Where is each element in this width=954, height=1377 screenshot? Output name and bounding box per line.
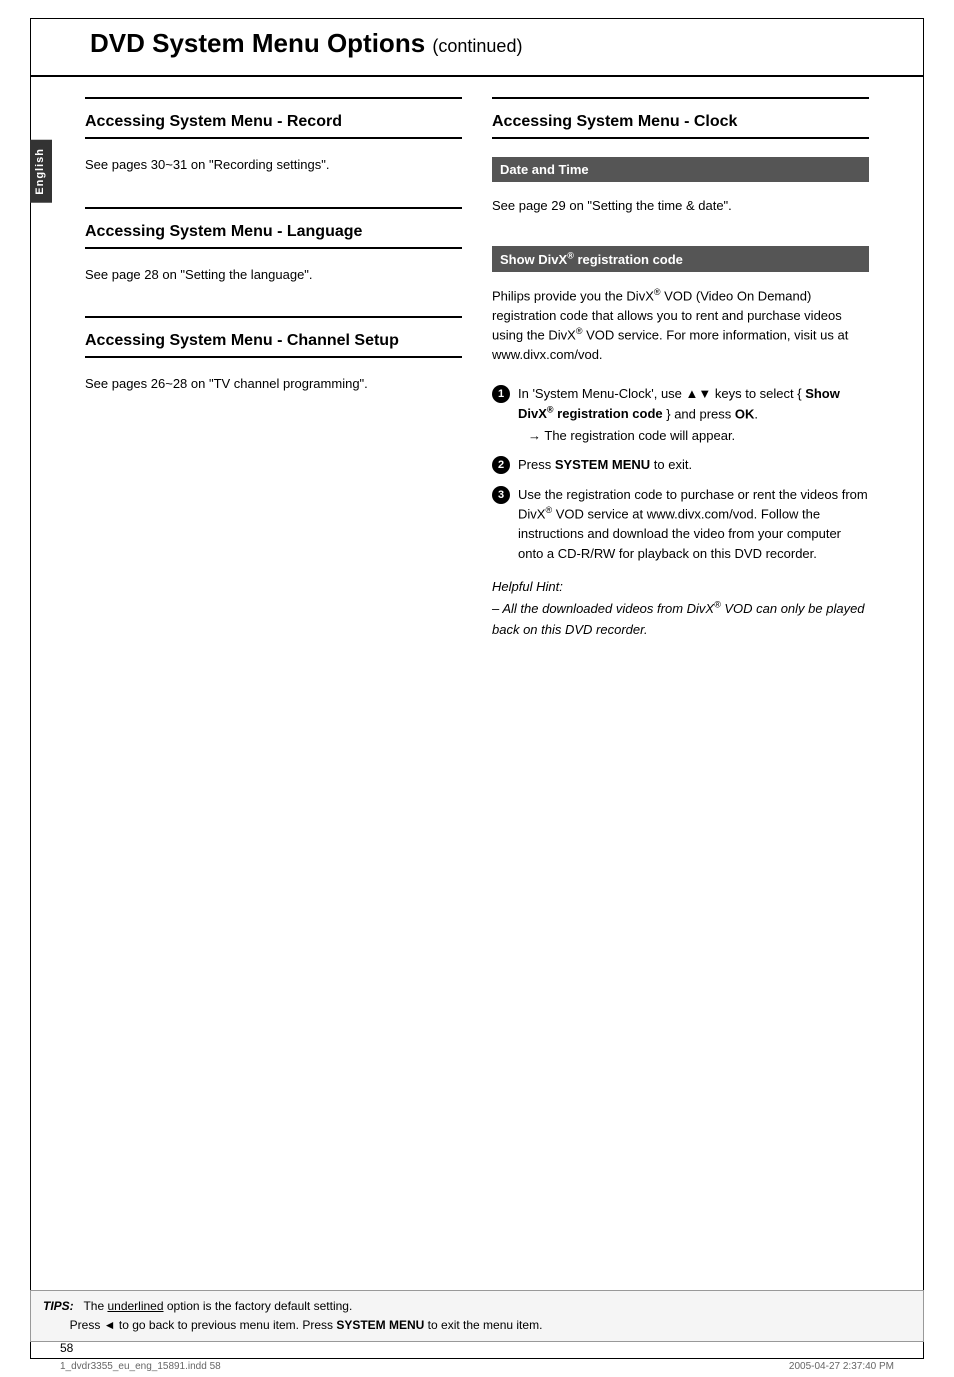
step3-number: 3	[492, 486, 510, 504]
page-title-block: DVD System Menu Options (continued)	[30, 0, 924, 77]
step-3: 3 Use the registration code to purchase …	[492, 485, 869, 563]
border-left	[30, 18, 31, 1359]
tips-underline: underlined	[107, 1299, 163, 1313]
step2-number: 2	[492, 456, 510, 474]
tips-label: TIPS:	[43, 1299, 74, 1313]
section2-body: See page 28 on "Setting the language".	[85, 259, 462, 297]
content-area: DVD System Menu Options (continued) Acce…	[30, 0, 924, 641]
date-time-label: Date and Time	[500, 162, 589, 177]
page-number: 58	[60, 1341, 73, 1355]
step1-content: In 'System Menu-Clock', use ▲▼ keys to s…	[518, 384, 869, 445]
title-continued: (continued)	[432, 36, 522, 56]
border-top	[30, 18, 924, 19]
page-wrapper: English DVD System Menu Options (continu…	[0, 0, 954, 1377]
left-column: Accessing System Menu - Record See pages…	[85, 77, 462, 641]
step2-content: Press SYSTEM MENU to exit.	[518, 455, 869, 475]
main-columns: Accessing System Menu - Record See pages…	[30, 77, 924, 641]
divx-intro: Philips provide you the DivX® VOD (Video…	[492, 280, 869, 377]
right-column: Accessing System Menu - Clock Date and T…	[492, 77, 869, 641]
section3-heading: Accessing System Menu - Channel Setup	[85, 318, 462, 358]
divx-box: Show DivX® registration code	[492, 246, 869, 272]
step1-number: 1	[492, 385, 510, 403]
step-1: 1 In 'System Menu-Clock', use ▲▼ keys to…	[492, 384, 869, 445]
tips-bar: TIPS: The underlined option is the facto…	[30, 1290, 924, 1342]
date-time-body: See page 29 on "Setting the time & date"…	[492, 190, 869, 228]
helpful-hint-body: – All the downloaded videos from DivX® V…	[492, 601, 865, 637]
step-2: 2 Press SYSTEM MENU to exit.	[492, 455, 869, 475]
page-title: DVD System Menu Options (continued)	[90, 28, 864, 59]
side-tab-english: English	[30, 140, 52, 203]
helpful-hint-title: Helpful Hint:	[492, 579, 563, 594]
section1-heading: Accessing System Menu - Record	[85, 99, 462, 139]
title-text: DVD System Menu Options	[90, 28, 425, 58]
section1-body: See pages 30~31 on "Recording settings".	[85, 149, 462, 187]
date-time-box: Date and Time	[492, 157, 869, 182]
step1-sub: The registration code will appear.	[518, 426, 869, 446]
step3-content: Use the registration code to purchase or…	[518, 485, 869, 563]
clock-section-heading: Accessing System Menu - Clock	[492, 99, 869, 139]
file-info: 1_dvdr3355_eu_eng_15891.indd 58 2005-04-…	[60, 1361, 894, 1372]
file-info-left: 1_dvdr3355_eu_eng_15891.indd 58	[60, 1361, 221, 1372]
helpful-hint: Helpful Hint: – All the downloaded video…	[492, 577, 869, 641]
section3-body: See pages 26~28 on "TV channel programmi…	[85, 368, 462, 406]
divx-label: Show DivX® registration code	[500, 252, 683, 267]
section2-heading: Accessing System Menu - Language	[85, 209, 462, 249]
border-bottom	[30, 1358, 924, 1359]
border-right	[923, 18, 924, 1359]
steps-list: 1 In 'System Menu-Clock', use ▲▼ keys to…	[492, 384, 869, 563]
file-info-right: 2005-04-27 2:37:40 PM	[789, 1361, 894, 1372]
